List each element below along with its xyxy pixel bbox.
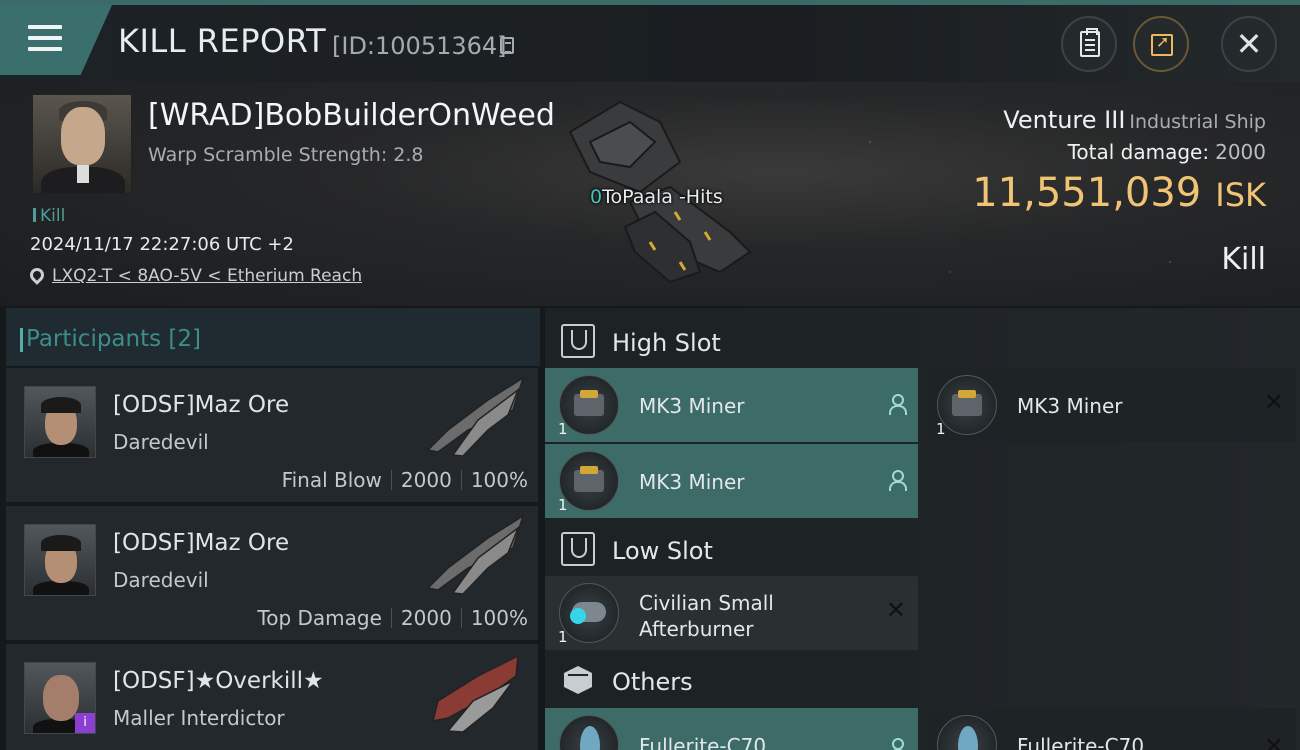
isk-value: 11,551,039 ISK <box>972 170 1266 216</box>
cargo-cube-icon <box>564 666 592 694</box>
kill-datetime: 2024/11/17 22:27:06 UTC +2 <box>30 234 294 255</box>
high-slot-label: High Slot <box>612 329 721 357</box>
participant-ship-image <box>426 514 525 595</box>
miner-module-icon <box>559 451 619 511</box>
person-icon <box>888 394 907 415</box>
low-slot-header: Low Slot <box>545 520 920 578</box>
participant-name: [ODSF]Maz Ore <box>113 530 290 556</box>
participant-name: [ODSF]★Overkill★ <box>113 668 324 694</box>
high-slot-icon <box>561 324 595 358</box>
fitting-panel: High Slot 1 MK3 Miner 1 MK3 Miner ✕ 1 MK… <box>545 308 1300 750</box>
copy-icon[interactable] <box>500 37 514 54</box>
afterburner-module-icon <box>559 583 619 643</box>
participant-card[interactable]: i [ODSF]★Overkill★ Maller Interdictor <box>6 644 538 750</box>
destroyed-x-icon: ✕ <box>1263 388 1284 416</box>
participant-ship: Maller Interdictor <box>113 706 285 730</box>
location-link[interactable]: LXQ2-T < 8AO-5V < Etherium Reach <box>52 266 362 286</box>
kill-location[interactable]: LXQ2-T < 8AO-5V < Etherium Reach <box>27 265 362 286</box>
menu-button[interactable] <box>0 5 112 75</box>
high-slot-header: High Slot <box>545 312 920 370</box>
participant-stats: Top Damage 2000 100% <box>257 606 528 630</box>
header-accent-line <box>0 0 1300 5</box>
ship-class: Industrial Ship <box>1129 111 1266 133</box>
share-icon <box>1151 32 1173 56</box>
participant-ship-image <box>431 654 519 733</box>
fullerite-icon <box>559 715 619 750</box>
clipboard-button[interactable] <box>1061 16 1117 72</box>
cargo-name: Fullerite-C70 <box>1017 734 1145 750</box>
module-qty: 1 <box>936 420 946 438</box>
others-label: Others <box>612 668 693 696</box>
participant-stats: Final Blow 2000 100% <box>281 468 528 492</box>
header-bar: KILL REPORT [ID:10051364] ✕ <box>0 0 1300 82</box>
cargo-item[interactable]: Fullerite-C70 ✕ <box>923 708 1296 750</box>
participants-panel: Participants [2] [ODSF]Maz Ore Daredevil… <box>0 308 540 750</box>
victim-portrait[interactable] <box>32 94 132 194</box>
participant-card[interactable]: [ODSF]Maz Ore Daredevil Top Damage 2000 10… <box>6 506 538 640</box>
participant-ship: Daredevil <box>113 568 209 592</box>
report-id: [ID:10051364] <box>332 32 507 60</box>
module-item[interactable]: 1 MK3 Miner <box>545 368 918 442</box>
ship-type: Venture III Industrial Ship <box>1003 106 1266 134</box>
close-button[interactable]: ✕ <box>1221 16 1277 72</box>
module-qty: 1 <box>558 628 568 646</box>
participant-card[interactable]: [ODSF]Maz Ore Daredevil Final Blow 2000 10… <box>6 368 538 502</box>
close-icon: ✕ <box>1235 25 1263 63</box>
info-badge: i <box>75 713 95 733</box>
clipboard-icon <box>1080 28 1100 57</box>
module-qty: 1 <box>558 420 568 438</box>
participant-name: [ODSF]Maz Ore <box>113 392 290 418</box>
victim-name[interactable]: [WRAD]BobBuilderOnWeed <box>148 98 555 133</box>
share-button[interactable] <box>1133 16 1189 72</box>
module-item[interactable]: 1 Civilian Small Afterburner ✕ <box>545 576 918 650</box>
miner-module-icon <box>559 375 619 435</box>
module-name: MK3 Miner <box>639 394 745 418</box>
cargo-name: Fullerite-C70 <box>639 734 767 750</box>
cargo-item[interactable]: Fullerite-C70 <box>545 708 918 750</box>
participant-ship-image <box>426 376 525 457</box>
ship-name: Venture III <box>1003 106 1126 134</box>
total-damage: Total damage: 2000 <box>1067 140 1266 164</box>
low-slot-icon <box>561 532 595 566</box>
module-name: MK3 Miner <box>639 470 745 494</box>
kill-result: Kill <box>1221 242 1266 277</box>
hamburger-icon <box>28 25 62 58</box>
low-slot-label: Low Slot <box>612 537 713 565</box>
person-icon <box>888 470 907 491</box>
avatar <box>24 386 96 458</box>
ship-hits-label: 0ToPaala -Hits <box>590 186 723 208</box>
fullerite-icon <box>937 715 997 750</box>
avatar: i <box>24 662 96 734</box>
module-name: MK3 Miner <box>1017 394 1123 418</box>
participants-label: Participants [2] <box>20 326 201 352</box>
kill-tag: Kill <box>33 206 65 226</box>
avatar <box>24 524 96 596</box>
miner-module-icon <box>937 375 997 435</box>
victim-summary: [WRAD]BobBuilderOnWeed Warp Scramble Str… <box>0 82 1300 306</box>
destroyed-x-icon: ✕ <box>1263 732 1284 750</box>
destroyed-x-icon: ✕ <box>885 596 906 624</box>
module-qty: 1 <box>558 496 568 514</box>
person-icon <box>888 738 907 750</box>
module-item[interactable]: 1 MK3 Miner ✕ <box>923 368 1296 442</box>
participant-ship: Daredevil <box>113 430 209 454</box>
total-damage-value: 2000 <box>1215 140 1266 164</box>
others-header: Others <box>545 651 920 709</box>
module-name: Civilian Small Afterburner <box>639 591 774 641</box>
isk-unit: ISK <box>1215 176 1266 214</box>
module-item[interactable]: 1 MK3 Miner <box>545 444 918 518</box>
location-pin-icon <box>27 265 47 285</box>
warp-scramble-strength: Warp Scramble Strength: 2.8 <box>148 144 424 166</box>
participants-header[interactable]: Participants [2] <box>6 308 540 366</box>
page-title: KILL REPORT <box>118 22 327 60</box>
